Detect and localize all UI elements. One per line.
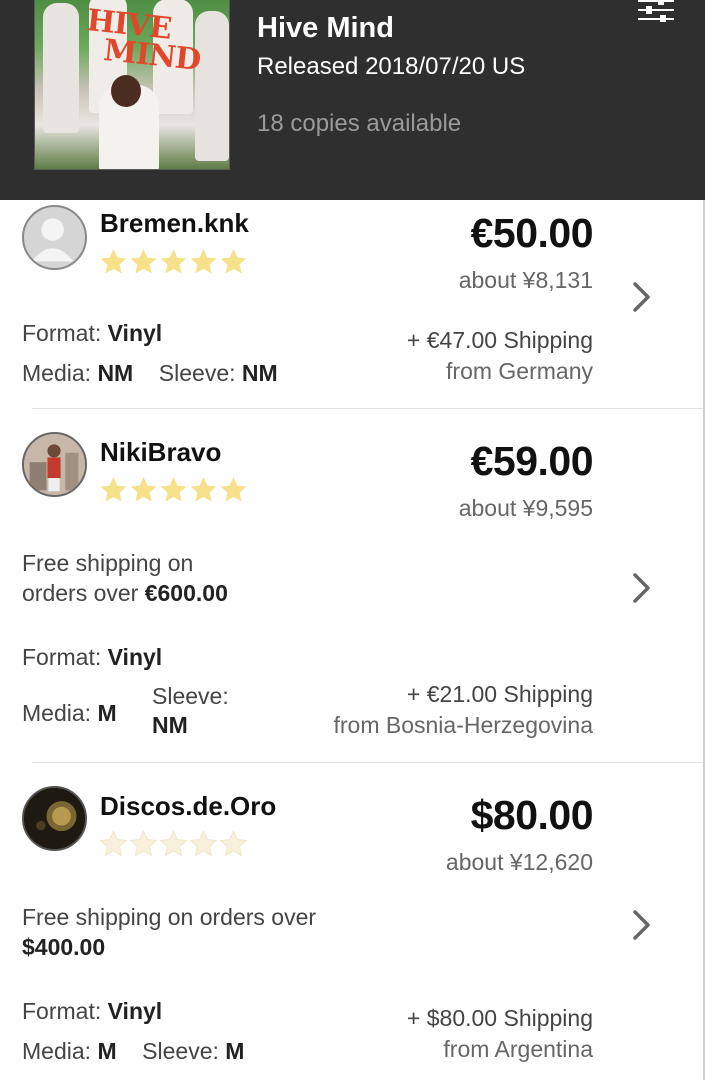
ships-from: from Germany (446, 358, 593, 384)
release-date: Released 2018/07/20 US (257, 53, 526, 80)
seller-name[interactable]: Discos.de.Oro (100, 791, 276, 822)
converted-price: about ¥12,620 (445, 849, 593, 875)
star-icon (220, 249, 247, 274)
condition-line: Media: NM Sleeve: NM (22, 360, 278, 386)
star-icon (160, 249, 187, 274)
star-outline-icon (189, 830, 218, 857)
copies-available: 18 copies available (257, 110, 462, 137)
star-icon (100, 477, 127, 502)
ships-from: from Bosnia-Herzegovina (333, 712, 593, 738)
format-line: Format: Vinyl (22, 644, 163, 670)
default-user-icon (31, 218, 74, 262)
star-icon (100, 249, 127, 274)
star-icon (190, 249, 217, 274)
seller-name[interactable]: Bremen.knk (100, 208, 249, 239)
shipping-cost: + €47.00 Shipping (406, 327, 593, 353)
cover-logo-text: HIVE MIND (85, 3, 202, 78)
star-outline-icon (219, 830, 248, 857)
converted-price: about ¥9,595 (458, 495, 593, 521)
star-icon (130, 477, 157, 502)
seller-rating (99, 476, 248, 504)
free-shipping-note: Free shipping on orders over €600.00 (22, 550, 228, 606)
seller-name[interactable]: NikiBravo (100, 437, 221, 468)
seller-avatar (22, 432, 87, 497)
seller-avatar (22, 786, 87, 851)
shipping-cost: + $80.00 Shipping (406, 1005, 593, 1031)
star-outline-icon (99, 830, 128, 857)
listing-item[interactable]: Bremen.knk €50.00 about ¥8,131 Format: V… (0, 200, 705, 409)
sliders-icon[interactable] (636, 0, 676, 22)
star-icon (220, 477, 247, 502)
format-line: Format: Vinyl (22, 320, 163, 346)
free-shipping-note: Free shipping on orders over $400.00 (22, 904, 317, 960)
star-outline-icon (159, 830, 188, 857)
star-icon (190, 477, 217, 502)
chevron-right-icon[interactable] (630, 571, 654, 605)
listing-item[interactable]: Discos.de.Oro $80.00 about ¥12,620 Free … (0, 763, 705, 1080)
star-icon (160, 477, 187, 502)
sleeve-condition: Sleeve: NM (152, 683, 229, 738)
ships-from: from Argentina (443, 1036, 593, 1062)
album-cover-image[interactable]: HIVE MIND (34, 0, 230, 170)
listing-price: €50.00 (470, 210, 594, 256)
release-header: HIVE MIND Hive Mind Released 2018/07/20 … (0, 0, 705, 200)
star-outline-icon (129, 830, 158, 857)
listing-price: €59.00 (470, 438, 594, 484)
condition-line: Media: M Sleeve: M (22, 1038, 245, 1064)
shipping-cost: + €21.00 Shipping (406, 681, 593, 707)
seller-rating (99, 830, 248, 858)
media-condition: Media: M (22, 700, 117, 726)
seller-rating (99, 248, 248, 276)
listing-price: $80.00 (470, 792, 594, 838)
converted-price: about ¥8,131 (458, 267, 593, 293)
album-title: Hive Mind (257, 12, 394, 44)
format-line: Format: Vinyl (22, 998, 163, 1024)
chevron-right-icon[interactable] (630, 280, 654, 314)
seller-avatar (22, 205, 87, 270)
star-icon (130, 249, 157, 274)
chevron-right-icon[interactable] (630, 908, 654, 942)
listing-item[interactable]: NikiBravo €59.00 about ¥9,595 Free shipp… (0, 409, 705, 763)
